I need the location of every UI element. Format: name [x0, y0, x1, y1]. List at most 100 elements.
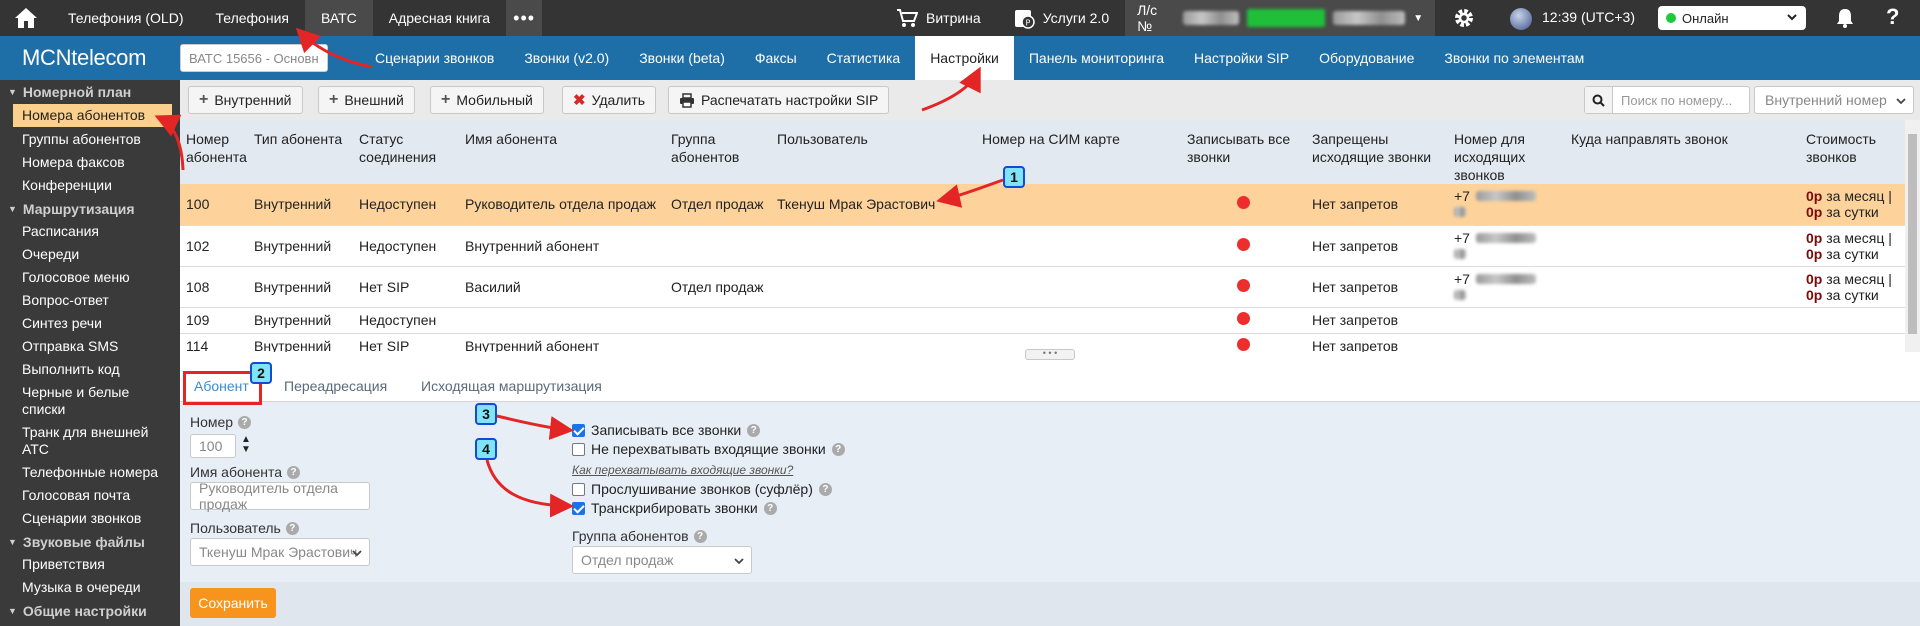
- services-link[interactable]: P Услуги 2.0: [997, 0, 1125, 36]
- account-selector[interactable]: Л/с № ▼: [1125, 0, 1436, 36]
- help-icon[interactable]: ?: [693, 529, 707, 543]
- col-header[interactable]: Тип абонента: [248, 120, 353, 184]
- menu-statistics[interactable]: Статистика: [812, 36, 916, 80]
- help-icon[interactable]: ?: [1886, 4, 1899, 30]
- number-type-select[interactable]: Внутренний номер: [1754, 86, 1914, 114]
- cell-group: [665, 307, 771, 334]
- record-all-checkbox[interactable]: Записывать все звонки ?: [572, 422, 761, 438]
- add-mobile-button[interactable]: + Мобильный: [430, 86, 544, 114]
- menu-calls-beta[interactable]: Звонки (beta): [624, 36, 740, 80]
- table-row[interactable]: 102 Внутренний Недоступен Внутренний абонен…: [180, 225, 1905, 267]
- sidebar-item[interactable]: Голосовое меню: [0, 266, 180, 289]
- help-icon[interactable]: ?: [287, 465, 301, 479]
- col-header[interactable]: Имя абонента: [459, 120, 665, 184]
- transcribe-checkbox[interactable]: Транскрибировать звонки ?: [572, 500, 777, 516]
- home-button[interactable]: [0, 0, 52, 36]
- nav-address-book[interactable]: Адресная книга: [373, 0, 506, 36]
- col-header[interactable]: Пользователь: [771, 120, 976, 184]
- sidebar-item[interactable]: Телефонные номера: [0, 461, 180, 484]
- number-search-input[interactable]: Поиск по номеру...: [1584, 86, 1750, 114]
- col-header[interactable]: Номер абонента: [180, 120, 248, 184]
- nav-telephony[interactable]: Телефония: [199, 0, 304, 36]
- col-header[interactable]: Номер для исходящих звонков: [1448, 120, 1565, 184]
- subscriber-name-input[interactable]: Руководитель отдела продаж: [190, 480, 370, 512]
- sidebar-group[interactable]: ▼ Номерной план: [0, 80, 180, 103]
- delete-button[interactable]: ✖ Удалить: [562, 86, 657, 114]
- menu-monitoring-panel[interactable]: Панель мониторинга: [1014, 36, 1179, 80]
- sidebar-item[interactable]: Группы абонентов: [0, 128, 180, 151]
- sidebar-item[interactable]: Отправка SMS: [0, 335, 180, 358]
- menu-calls-by-elements[interactable]: Звонки по элементам: [1429, 36, 1599, 80]
- nav-vats[interactable]: ВАТС: [304, 0, 373, 36]
- tab-forwarding[interactable]: Переадресация: [284, 378, 387, 394]
- sidebar-item[interactable]: Музыка в очереди: [0, 576, 180, 599]
- avatar[interactable]: [1510, 8, 1532, 30]
- col-header[interactable]: Стоимость звонков: [1800, 120, 1905, 184]
- add-external-button[interactable]: + Внешний: [318, 86, 415, 114]
- table-row[interactable]: 109 Внутренний Недоступен Нет запретов: [180, 307, 1905, 334]
- menu-equipment[interactable]: Оборудование: [1304, 36, 1429, 80]
- col-header[interactable]: Запрещены исходящие звонки: [1306, 120, 1448, 184]
- sidebar-item[interactable]: Приветствия: [0, 553, 180, 576]
- menu-call-scenarios[interactable]: Сценарии звонков: [360, 36, 509, 80]
- how-intercept-link[interactable]: Как перехватывать входящие звонки?: [572, 463, 793, 477]
- sidebar-item[interactable]: Конференции: [0, 174, 180, 197]
- help-icon[interactable]: ?: [831, 442, 845, 456]
- menu-faxes[interactable]: Факсы: [740, 36, 812, 80]
- menu-sip-settings[interactable]: Настройки SIP: [1179, 36, 1304, 80]
- nav-telephony-old[interactable]: Телефония (OLD): [52, 0, 199, 36]
- col-header[interactable]: Группа абонентов: [665, 120, 771, 184]
- sidebar-group[interactable]: ▼ Звуковые файлы: [0, 530, 180, 553]
- col-header[interactable]: Куда направлять звонок: [1565, 120, 1800, 184]
- sidebar-item[interactable]: Расписания: [0, 220, 180, 243]
- help-icon[interactable]: ?: [238, 415, 252, 429]
- no-intercept-checkbox[interactable]: Не перехватывать входящие звонки ?: [572, 441, 845, 457]
- bell-icon[interactable]: [1834, 7, 1856, 29]
- col-header[interactable]: Статус соединения: [353, 120, 459, 184]
- col-header[interactable]: Записывать все звонки: [1181, 120, 1306, 184]
- online-status-select[interactable]: Онлайн: [1658, 6, 1806, 30]
- table-scrollbar[interactable]: [1905, 120, 1920, 352]
- number-input[interactable]: 100: [190, 434, 236, 458]
- save-button[interactable]: Сохранить: [190, 588, 276, 618]
- sidebar-item[interactable]: Черные и белые списки: [0, 381, 180, 421]
- vats-select[interactable]: ВАТС 15656 - Основн: [180, 44, 328, 72]
- help-icon[interactable]: ?: [285, 521, 299, 535]
- table-row[interactable]: 108 Внутренний Нет SIP Василий Отдел продаж Н…: [180, 266, 1905, 308]
- sidebar-item[interactable]: Номера абонентов: [13, 104, 172, 127]
- gear-icon[interactable]: [1452, 6, 1476, 30]
- sidebar-item[interactable]: Выполнить код: [0, 358, 180, 381]
- sidebar-item[interactable]: Голосовая почта: [0, 484, 180, 507]
- checkbox-unchecked[interactable]: [572, 482, 585, 496]
- table-row[interactable]: 100 Внутренний Недоступен Руководитель отде…: [180, 184, 1905, 226]
- sidebar-item[interactable]: Сценарии звонков: [0, 507, 180, 530]
- sidebar-item[interactable]: Номера факсов: [0, 151, 180, 174]
- checkbox-checked[interactable]: [572, 423, 585, 437]
- menu-calls-v2[interactable]: Звонки (v2.0): [509, 36, 624, 80]
- tab-outgoing-routing[interactable]: Исходящая маршрутизация: [421, 378, 602, 394]
- user-select[interactable]: Ткенуш Мрак Эрастович: [190, 538, 370, 566]
- add-internal-button[interactable]: + Внутренний: [188, 86, 303, 114]
- number-stepper-icon[interactable]: ▲ ▼: [241, 435, 251, 455]
- menu-settings[interactable]: Настройки: [915, 36, 1014, 80]
- sidebar-item[interactable]: Синтез речи: [0, 312, 180, 335]
- group-select[interactable]: Отдел продаж: [572, 546, 752, 574]
- sidebar-item[interactable]: Вопрос-ответ: [0, 289, 180, 312]
- whisper-checkbox[interactable]: Прослушивание звонков (суфлёр) ?: [572, 481, 832, 497]
- panel-splitter-handle[interactable]: • • •: [1025, 349, 1075, 360]
- print-sip-button[interactable]: Распечатать настройки SIP: [668, 86, 890, 114]
- sidebar-item[interactable]: Транк для внешней АТС: [0, 421, 180, 461]
- more-menu-button[interactable]: •••: [506, 0, 543, 36]
- scrollbar-thumb[interactable]: [1908, 134, 1917, 334]
- shop-link[interactable]: Витрина: [880, 0, 997, 36]
- checkbox-unchecked[interactable]: [572, 442, 585, 456]
- help-icon[interactable]: ?: [818, 482, 832, 496]
- sidebar-group[interactable]: ▼ Маршрутизация: [0, 197, 180, 220]
- help-icon[interactable]: ?: [763, 501, 777, 515]
- brand-logo[interactable]: MCNtelecom: [0, 45, 180, 71]
- help-icon[interactable]: ?: [747, 423, 761, 437]
- sidebar-item[interactable]: Очереди: [0, 243, 180, 266]
- checkbox-checked[interactable]: [572, 501, 585, 515]
- cell-name: Василий: [459, 266, 665, 308]
- sidebar-group[interactable]: ▼ Общие настройки: [0, 599, 180, 622]
